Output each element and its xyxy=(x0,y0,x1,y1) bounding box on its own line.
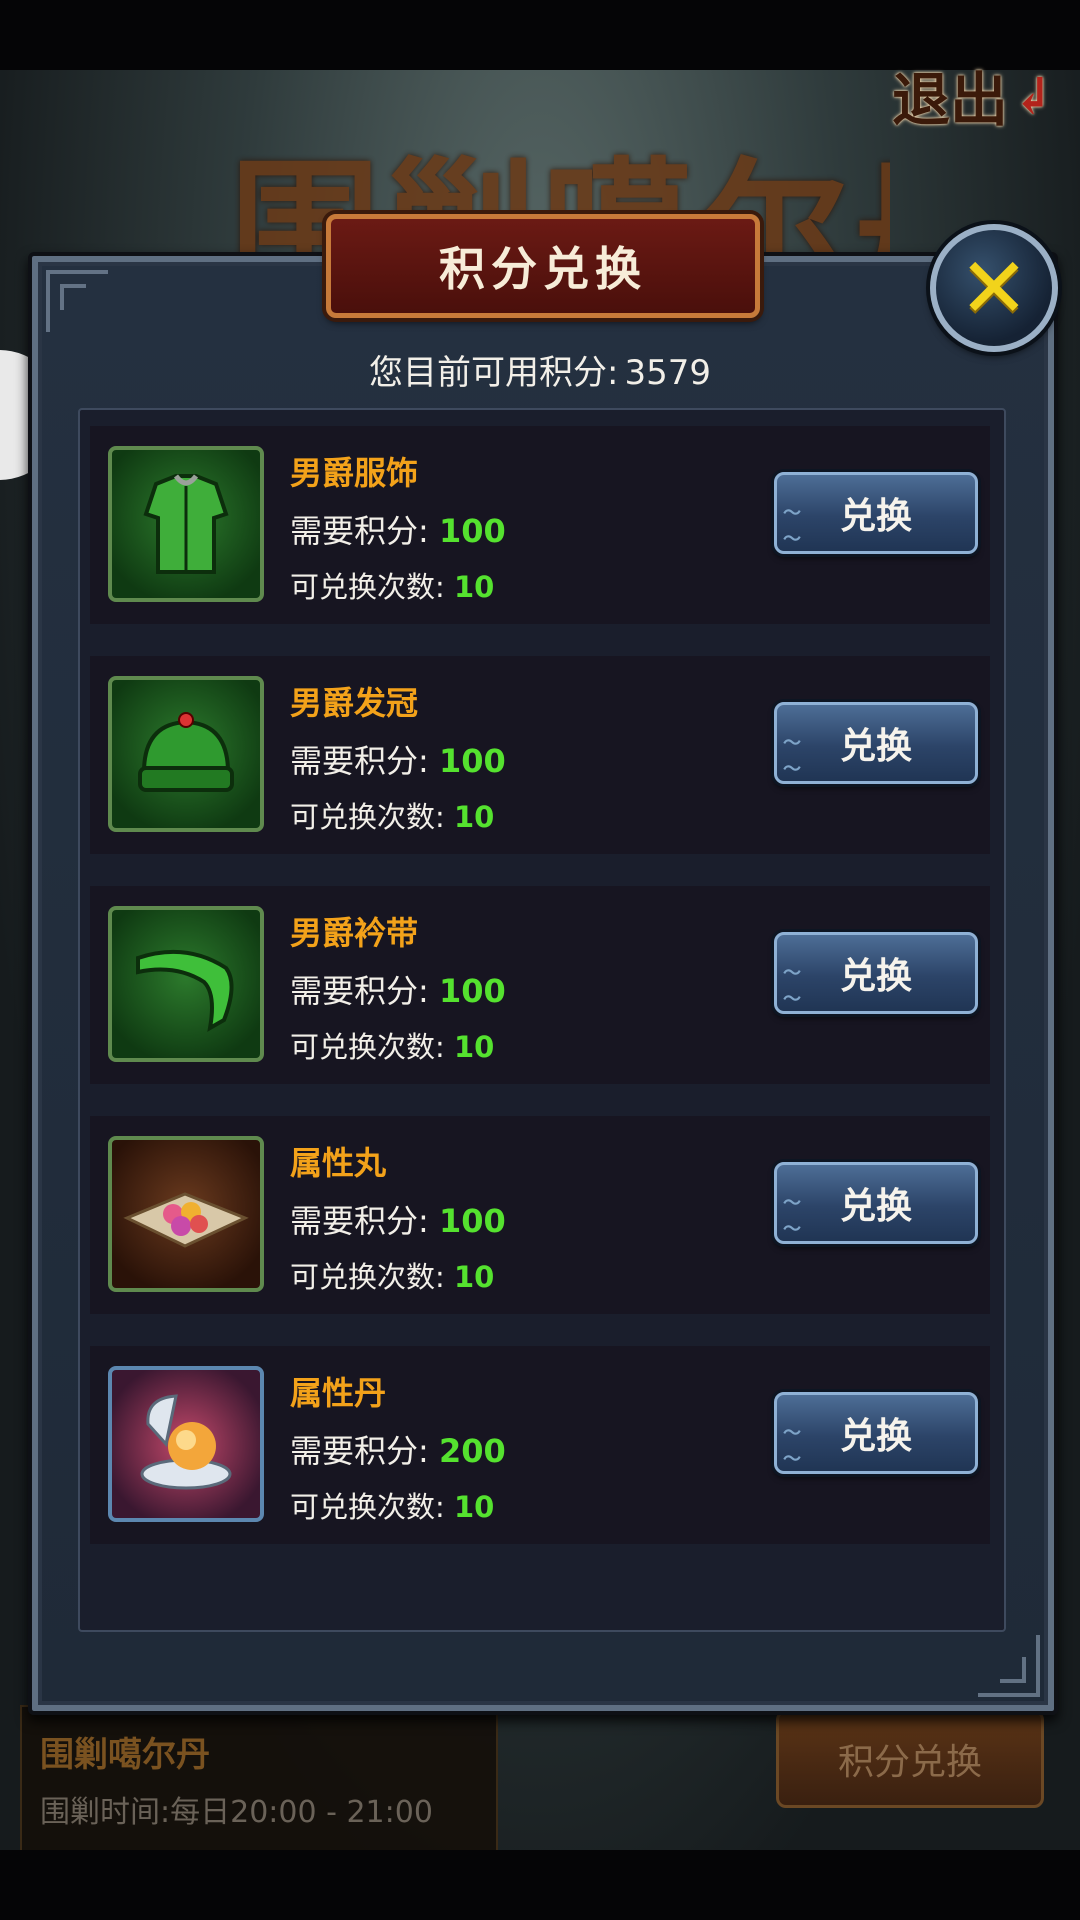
list-item: 男爵衿带 需要积分: 100 可兑换次数: 10 兑换 xyxy=(90,886,990,1084)
event-time: 围剿时间:每日20:00 - 21:00 xyxy=(40,1787,433,1831)
req-label: 需要积分: xyxy=(290,742,429,780)
exchange-button[interactable]: 兑换 xyxy=(774,472,978,554)
item-exchange-count: 可兑换次数: 10 xyxy=(290,794,494,836)
item-required-points: 需要积分: 200 xyxy=(290,1426,506,1472)
item-name: 男爵衿带 xyxy=(290,914,419,952)
corner-ornament xyxy=(978,1635,1040,1697)
req-label: 需要积分: xyxy=(290,1432,429,1470)
close-button[interactable]: ✕ xyxy=(930,224,1058,352)
corner-ornament xyxy=(46,270,108,332)
item-required-points: 需要积分: 100 xyxy=(290,1196,506,1242)
points-value: 3579 xyxy=(624,353,711,393)
count-label: 可兑换次数: xyxy=(290,570,445,604)
exchange-button[interactable]: 兑换 xyxy=(774,1162,978,1244)
available-points: 您目前可用积分: 3579 xyxy=(0,345,1080,394)
event-time-value: 每日20:00 - 21:00 xyxy=(170,1795,433,1830)
exchange-button[interactable]: 兑换 xyxy=(774,1392,978,1474)
item-required-points: 需要积分: 100 xyxy=(290,736,506,782)
exchange-button[interactable]: 兑换 xyxy=(774,702,978,784)
list-item: 属性丸 需要积分: 100 可兑换次数: 10 兑换 xyxy=(90,1116,990,1314)
exchange-button[interactable]: 兑换 xyxy=(774,932,978,1014)
exit-label: 退出 xyxy=(892,66,1009,134)
item-exchange-count: 可兑换次数: 10 xyxy=(290,1254,494,1296)
count-value: 10 xyxy=(454,1260,495,1294)
elixir-orb-icon xyxy=(108,1366,264,1522)
bottom-bar xyxy=(0,1850,1080,1920)
hat-icon xyxy=(108,676,264,832)
req-label: 需要积分: xyxy=(290,1202,429,1240)
count-value: 10 xyxy=(454,1490,495,1524)
back-arrow-icon: ↲ xyxy=(1012,65,1054,125)
list-item: 属性丹 需要积分: 200 可兑换次数: 10 兑换 xyxy=(90,1346,990,1544)
count-label: 可兑换次数: xyxy=(290,1490,445,1524)
req-value: 100 xyxy=(438,742,506,780)
req-value: 100 xyxy=(438,1202,506,1240)
item-exchange-count: 可兑换次数: 10 xyxy=(290,1484,494,1526)
count-label: 可兑换次数: xyxy=(290,800,445,834)
x-icon: ✕ xyxy=(958,239,1030,337)
item-name: 男爵服饰 xyxy=(290,454,419,492)
list-item: 男爵发冠 需要积分: 100 可兑换次数: 10 兑换 xyxy=(90,656,990,854)
item-name: 属性丹 xyxy=(290,1374,387,1412)
item-name: 男爵发冠 xyxy=(290,684,419,722)
event-info-panel: 围剿噶尔丹 围剿时间:每日20:00 - 21:00 xyxy=(20,1705,498,1854)
item-exchange-count: 可兑换次数: 10 xyxy=(290,564,494,606)
req-value: 100 xyxy=(438,512,506,550)
item-exchange-count: 可兑换次数: 10 xyxy=(290,1024,494,1066)
robe-icon xyxy=(108,446,264,602)
event-name: 围剿噶尔丹 xyxy=(40,1735,210,1775)
exchange-list[interactable]: 男爵服饰 需要积分: 100 可兑换次数: 10 兑换 男爵发冠 需要积分: 1… xyxy=(78,408,1006,1632)
count-value: 10 xyxy=(454,800,495,834)
pills-icon xyxy=(108,1136,264,1292)
list-item: 男爵服饰 需要积分: 100 可兑换次数: 10 兑换 xyxy=(90,426,990,624)
count-label: 可兑换次数: xyxy=(290,1260,445,1294)
modal-title: 积分兑换 xyxy=(326,214,760,318)
item-required-points: 需要积分: 100 xyxy=(290,506,506,552)
count-value: 10 xyxy=(454,1030,495,1064)
req-label: 需要积分: xyxy=(290,972,429,1010)
req-label: 需要积分: xyxy=(290,512,429,550)
req-value: 200 xyxy=(438,1432,506,1470)
count-value: 10 xyxy=(454,570,495,604)
exit-button[interactable]: 退出 ↲ xyxy=(892,60,1072,135)
item-required-points: 需要积分: 100 xyxy=(290,966,506,1012)
event-time-label: 围剿时间: xyxy=(40,1795,171,1830)
points-label: 您目前可用积分: xyxy=(369,353,619,393)
item-name: 属性丸 xyxy=(290,1144,387,1182)
sash-icon xyxy=(108,906,264,1062)
req-value: 100 xyxy=(438,972,506,1010)
count-label: 可兑换次数: xyxy=(290,1030,445,1064)
points-exchange-button[interactable]: 积分兑换 xyxy=(776,1710,1044,1808)
